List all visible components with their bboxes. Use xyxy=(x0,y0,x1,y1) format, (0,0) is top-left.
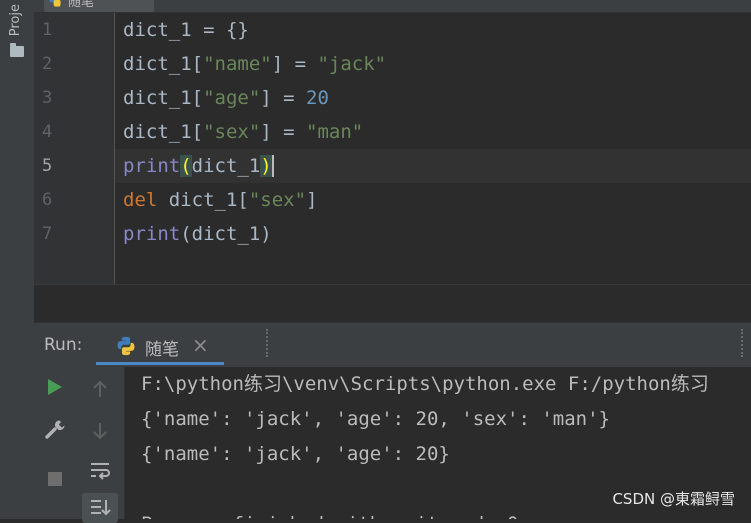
code-token: ( xyxy=(180,155,192,177)
code-token: "sex" xyxy=(248,189,307,211)
code-token: "man" xyxy=(306,121,364,143)
code-token: del xyxy=(123,189,158,211)
code-token: dict_1[ xyxy=(123,121,204,143)
code-text: dict_1["sex"] = "man" xyxy=(123,115,363,149)
scroll-down-button[interactable] xyxy=(86,417,114,445)
toolbar-divider xyxy=(741,329,743,357)
code-token: (dict_1) xyxy=(180,223,272,245)
console-line: {'name': 'jack', 'age': 20, 'sex': 'man'… xyxy=(141,408,610,430)
run-panel-title: Run: xyxy=(44,335,83,355)
arrow-down-icon xyxy=(93,423,107,440)
code-line[interactable]: 4 dict_1["sex"] = "man" xyxy=(34,115,751,149)
python-icon xyxy=(117,336,135,356)
code-text: dict_1["age"] = 20 xyxy=(123,81,329,115)
watermark: CSDN @東霜鲟雪 xyxy=(612,490,735,508)
line-number: 7 xyxy=(42,224,53,244)
code-token: ] = xyxy=(260,87,307,109)
arrow-up-icon xyxy=(93,380,107,397)
stop-button[interactable] xyxy=(41,465,69,493)
line-number: 4 xyxy=(42,122,53,142)
code-token: "sex" xyxy=(203,121,261,143)
code-token: "name" xyxy=(203,53,272,75)
code-token: dict_1 = {} xyxy=(123,19,249,41)
code-line[interactable]: 3 dict_1["age"] = 20 xyxy=(34,81,751,115)
code-line[interactable]: 1 dict_1 = {} xyxy=(34,13,751,47)
code-line[interactable]: 5 print(dict_1) xyxy=(34,149,751,183)
code-text: dict_1["name"] = "jack" xyxy=(123,47,386,81)
code-text: dict_1 = {} xyxy=(123,13,249,47)
code-text: print(dict_1) xyxy=(123,149,272,183)
folder-icon[interactable] xyxy=(10,43,24,57)
wrench-icon xyxy=(45,420,65,439)
stop-icon xyxy=(48,472,62,486)
line-number: 1 xyxy=(42,20,53,40)
editor-empty-area xyxy=(34,284,751,323)
code-token: ] = xyxy=(271,53,318,75)
code-token: "age" xyxy=(203,87,261,109)
code-token: dict_1 xyxy=(191,155,261,177)
code-line[interactable]: 2 dict_1["name"] = "jack" xyxy=(34,47,751,81)
run-toolbar-secondary xyxy=(76,367,125,523)
editor-tab-bar: 随笔 xyxy=(34,0,751,13)
line-number: 5 xyxy=(42,156,53,176)
project-tool-strip: Proje xyxy=(0,0,35,519)
code-editor[interactable]: 1 dict_1 = {} 2 dict_1["name"] = "jack" 3 dic… xyxy=(34,13,751,284)
line-number: 3 xyxy=(42,88,53,108)
code-token: ) xyxy=(260,155,272,177)
line-number: 2 xyxy=(42,54,53,74)
line-number: 6 xyxy=(42,190,53,210)
code-line[interactable]: 6 del dict_1["sex"] xyxy=(34,183,751,217)
active-tab-indicator xyxy=(96,362,224,365)
python-icon xyxy=(49,0,61,7)
code-line[interactable]: 7 print(dict_1) xyxy=(34,217,751,251)
code-text: del dict_1["sex"] xyxy=(123,183,318,217)
rerun-button[interactable] xyxy=(41,373,69,401)
scroll-up-button[interactable] xyxy=(86,375,114,403)
code-token: dict_1[ xyxy=(123,87,204,109)
code-text: print(dict_1) xyxy=(123,217,272,251)
run-panel-header: Run: 随笔 × xyxy=(34,322,751,367)
close-icon[interactable]: × xyxy=(192,333,209,357)
code-token: 20 xyxy=(306,87,329,109)
run-config-tab[interactable]: 随笔 × xyxy=(110,327,224,365)
soft-wrap-button[interactable] xyxy=(86,457,114,485)
code-token: dict_1[ xyxy=(123,53,204,75)
code-token: "jack" xyxy=(317,53,387,75)
code-token: dict_1[ xyxy=(157,189,249,211)
console-line: Process finished with exit code 0 xyxy=(141,507,519,519)
project-tool-tab[interactable]: Proje xyxy=(8,4,23,36)
edit-config-button[interactable] xyxy=(41,415,69,443)
code-token: print xyxy=(123,155,181,177)
text-caret xyxy=(272,155,274,177)
code-token: ] xyxy=(306,189,318,211)
toolbar-divider xyxy=(266,329,268,357)
soft-wrap-icon xyxy=(91,463,110,480)
scroll-to-end-icon xyxy=(91,500,111,516)
run-toolbar-primary xyxy=(34,367,77,519)
run-tab-label: 随笔 xyxy=(145,340,179,360)
code-token: print xyxy=(123,223,181,245)
code-token: ] = xyxy=(260,121,307,143)
console-line: F:\python练习\venv\Scripts\python.exe F:/p… xyxy=(141,373,709,395)
console-line: {'name': 'jack', 'age': 20} xyxy=(141,443,450,465)
run-icon xyxy=(48,379,62,395)
editor-tab-label: 随笔 xyxy=(68,0,95,10)
